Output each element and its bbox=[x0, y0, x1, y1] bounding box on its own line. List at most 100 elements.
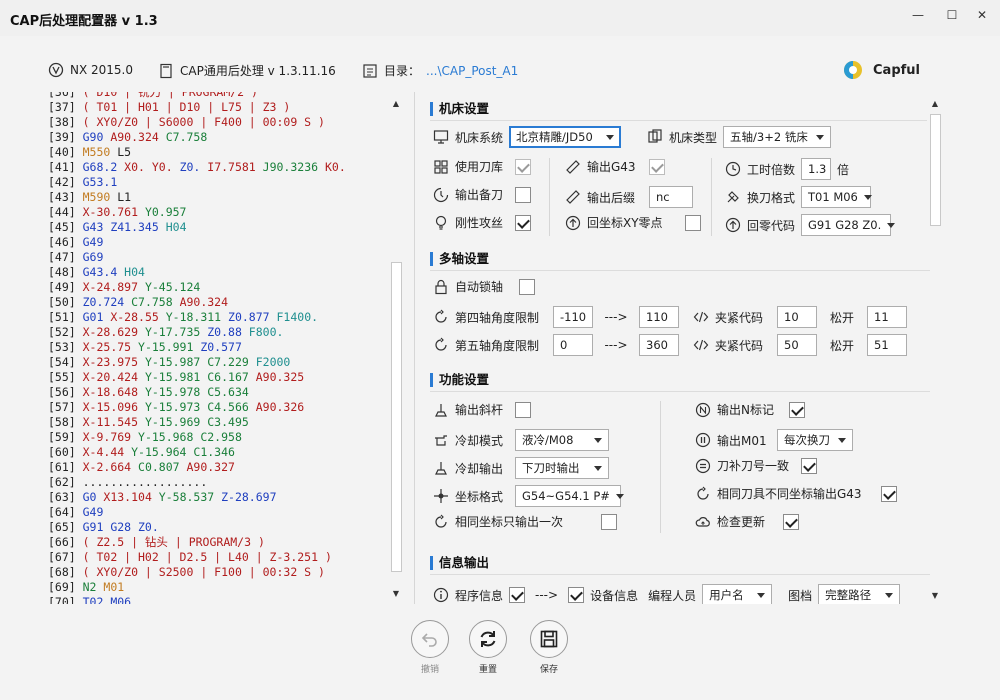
code-line: [64] G49 bbox=[48, 505, 378, 520]
return-xy-checkbox[interactable] bbox=[685, 214, 701, 231]
drawing-value: 完整路径 bbox=[825, 588, 872, 602]
code-token: [56] bbox=[48, 385, 83, 399]
time-factor-input[interactable]: 1.3 bbox=[801, 158, 831, 180]
code-scroll-thumb[interactable] bbox=[391, 262, 402, 572]
scroll-up-icon[interactable]: ▲ bbox=[388, 96, 404, 112]
code-token: A90.324 bbox=[110, 130, 166, 144]
scroll-down-icon[interactable]: ▼ bbox=[388, 586, 404, 602]
minimize-button[interactable]: — bbox=[904, 4, 932, 26]
scroll-up-icon[interactable]: ▲ bbox=[927, 96, 943, 112]
axis5-limit-label: 第五轴角度限制 bbox=[455, 338, 540, 353]
code-line: [42] G53.1 bbox=[48, 175, 378, 190]
machine-type-value: 五轴/3+2 铣床 bbox=[730, 130, 808, 144]
code-token: [59] bbox=[48, 430, 83, 444]
code-token: [41] bbox=[48, 160, 83, 174]
code-token: M01 bbox=[103, 580, 125, 594]
tool-library-checkbox[interactable] bbox=[515, 158, 531, 175]
close-button[interactable]: ✕ bbox=[968, 4, 996, 26]
machine-system-select[interactable]: 北京精雕/JD50 bbox=[509, 126, 622, 148]
code-scrollbar[interactable]: ▲ ▼ bbox=[388, 92, 404, 604]
output-n-checkbox[interactable] bbox=[789, 401, 805, 418]
code-token: [69] bbox=[48, 580, 83, 594]
programmer-select[interactable]: 用户名 bbox=[702, 584, 773, 604]
clamp5-input[interactable]: 50 bbox=[777, 334, 817, 356]
code-token: C3.495 bbox=[207, 415, 249, 429]
code-token: [48] bbox=[48, 265, 83, 279]
scroll-down-icon[interactable]: ▼ bbox=[927, 588, 943, 604]
multiaxis-section-title: 多轴设置 bbox=[430, 252, 489, 266]
output-m01-label: 输出M01 bbox=[717, 433, 767, 448]
undo-button[interactable] bbox=[411, 620, 449, 658]
reset-button[interactable] bbox=[469, 620, 507, 658]
undo-label: 撤销 bbox=[420, 665, 439, 675]
rigid-tap-label: 刚性攻丝 bbox=[455, 216, 504, 230]
arrow-up-circle-icon bbox=[565, 215, 581, 230]
code-token: Y-15.969 bbox=[144, 415, 208, 429]
code-token: [65] bbox=[48, 520, 83, 534]
same-tool-checkbox[interactable] bbox=[881, 485, 897, 502]
return-code-select[interactable]: G91 G28 Z0. bbox=[801, 214, 896, 236]
axis4-max-input[interactable]: 110 bbox=[639, 306, 679, 328]
info-icon bbox=[433, 587, 449, 603]
program-info-label: 程序信息 bbox=[455, 588, 504, 603]
axis5-max-input[interactable]: 360 bbox=[639, 334, 679, 356]
code-token: X-15.096 bbox=[82, 400, 145, 414]
maximize-button[interactable]: ☐ bbox=[938, 4, 966, 26]
code-line: [56] X-18.648 Y-15.978 C5.634 bbox=[48, 385, 378, 400]
device-info-checkbox[interactable] bbox=[568, 587, 585, 603]
save-button[interactable] bbox=[530, 620, 568, 658]
tap-icon bbox=[435, 215, 447, 230]
code-token: X0. Y0. bbox=[124, 160, 180, 174]
backup-tool-checkbox[interactable] bbox=[515, 186, 531, 203]
rigid-tap-checkbox[interactable] bbox=[515, 214, 531, 231]
coolant-output-select[interactable]: 下刀时输出 bbox=[515, 457, 609, 479]
machine-section-title: 机床设置 bbox=[430, 102, 489, 116]
clamp4-input[interactable]: 10 bbox=[777, 306, 817, 328]
code-token: C7.758 bbox=[165, 130, 208, 144]
output-g43-checkbox[interactable] bbox=[649, 158, 665, 175]
coolant-icon bbox=[435, 435, 447, 446]
code-token: Y-15.978 bbox=[144, 385, 208, 399]
axis4-min-input[interactable]: -110 bbox=[553, 306, 593, 328]
output-m01-select[interactable]: 每次换刀 bbox=[777, 429, 853, 451]
code-token: Y-15.991 bbox=[138, 340, 201, 354]
tool-change-label: 换刀格式 bbox=[747, 190, 796, 205]
code-line: [68] ( XY0/Z0 | S2500 | F100 | 00:32 S ) bbox=[48, 565, 378, 580]
release5-input[interactable]: 51 bbox=[867, 334, 907, 356]
release4-input[interactable]: 11 bbox=[867, 306, 907, 328]
drawing-label: 图档 bbox=[788, 588, 813, 603]
machine-type-select[interactable]: 五轴/3+2 铣床 bbox=[723, 126, 832, 148]
drawing-select[interactable]: 完整路径 bbox=[818, 584, 901, 604]
device-info-label: 设备信息 bbox=[590, 588, 639, 603]
chevron-down-icon bbox=[594, 437, 602, 443]
chevron-down-icon bbox=[757, 592, 766, 598]
check-update-checkbox[interactable] bbox=[783, 513, 799, 530]
program-info-checkbox[interactable] bbox=[509, 587, 526, 603]
tool-change-select[interactable]: T01 M06 bbox=[801, 186, 872, 208]
code-token: ( T01 | H01 | D10 | L75 | Z3 ) bbox=[82, 100, 291, 114]
code-token: Y-18.311 bbox=[165, 310, 229, 324]
same-coord-checkbox[interactable] bbox=[601, 513, 617, 530]
auto-lock-checkbox[interactable] bbox=[519, 278, 535, 295]
directory-path-link[interactable]: ...\CAP_Post_A1 bbox=[426, 64, 518, 78]
code-line: [40] M550 L5 bbox=[48, 145, 378, 160]
tool-comp-checkbox[interactable] bbox=[801, 457, 817, 474]
coolant-mode-select[interactable]: 液冷/M08 bbox=[515, 429, 609, 451]
settings-scrollbar[interactable]: ▲ bbox=[927, 96, 943, 228]
coord-format-select[interactable]: G54~G54.1 P# bbox=[515, 485, 624, 507]
code-token: H04 bbox=[124, 265, 145, 279]
code-token: [51] bbox=[48, 310, 83, 324]
output-rod-checkbox[interactable] bbox=[515, 401, 531, 418]
axis5-min-input[interactable]: 0 bbox=[553, 334, 593, 356]
column-separator bbox=[549, 158, 550, 236]
settings-scroll-thumb[interactable] bbox=[930, 114, 941, 226]
output-suffix-input[interactable]: nc bbox=[649, 186, 693, 208]
undo-icon bbox=[421, 633, 437, 647]
code-token: [62] bbox=[48, 475, 83, 489]
code-token: F1400. bbox=[276, 310, 319, 324]
nc-code-preview: [36] ( D10 | 铣刀 | PROGRAM/2 ) [37] ( T01 … bbox=[48, 92, 378, 604]
settings-scroll-down[interactable]: ▼ bbox=[927, 588, 943, 604]
code-line: [59] X-9.769 Y-15.968 C2.958 bbox=[48, 430, 378, 445]
computer-icon bbox=[433, 130, 449, 144]
code-token: C7.758 bbox=[131, 295, 180, 309]
